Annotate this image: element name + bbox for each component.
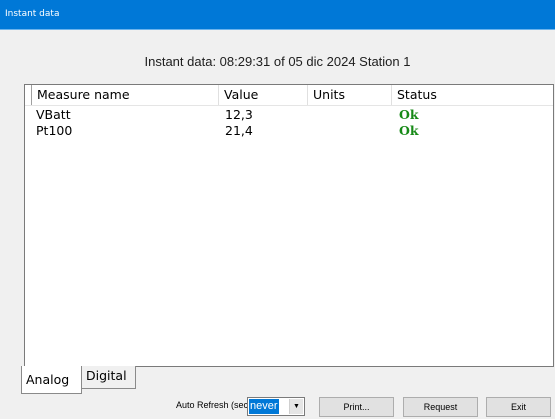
print-button[interactable]: Print...: [319, 397, 394, 417]
list-header: Measure name Value Units Status: [25, 85, 553, 106]
column-header-measure-name[interactable]: Measure name: [31, 85, 219, 105]
value-cell: 12,3: [225, 107, 253, 122]
auto-refresh-value: never: [249, 399, 279, 414]
column-header-status[interactable]: Status: [392, 85, 553, 105]
table-row[interactable]: VBatt 12,3 Ok: [25, 107, 553, 123]
window-title: Instant data: [5, 9, 60, 19]
exit-button[interactable]: Exit: [486, 397, 551, 417]
column-header-units[interactable]: Units: [308, 85, 392, 105]
status-cell: Ok: [399, 107, 419, 122]
request-button[interactable]: Request: [403, 397, 478, 417]
measure-name-cell: VBatt: [36, 107, 71, 122]
table-row[interactable]: Pt100 21,4 Ok: [25, 123, 553, 139]
value-cell: 21,4: [225, 123, 253, 138]
status-cell: Ok: [399, 123, 419, 138]
instant-data-header: Instant data: 08:29:31 of 05 dic 2024 St…: [144, 54, 411, 69]
measure-name-cell: Pt100: [36, 123, 73, 138]
tab-digital[interactable]: Digital: [82, 366, 136, 389]
measures-list[interactable]: Measure name Value Units Status VBatt 12…: [24, 84, 554, 367]
auto-refresh-label: Auto Refresh (sec):: [176, 400, 254, 410]
auto-refresh-select[interactable]: never ▼: [247, 397, 305, 416]
column-header-value[interactable]: Value: [219, 85, 308, 105]
chevron-down-icon[interactable]: ▼: [289, 399, 303, 414]
title-bar: Instant data: [0, 0, 555, 30]
tab-analog[interactable]: Analog: [21, 366, 82, 394]
